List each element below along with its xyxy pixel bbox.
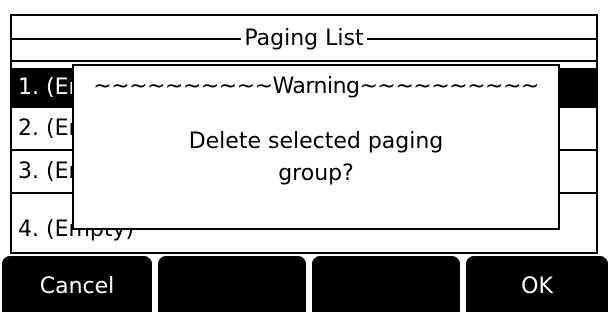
softkey-bar: Cancel OK bbox=[0, 254, 608, 312]
dialog-message-line: group? bbox=[278, 161, 354, 186]
dialog-message: Delete selected paging group? bbox=[104, 126, 528, 190]
cancel-softkey-label: Cancel bbox=[39, 274, 115, 299]
page-title-text: Paging List bbox=[241, 26, 367, 51]
ok-softkey-label: OK bbox=[521, 274, 553, 299]
page-title: Paging List bbox=[12, 24, 596, 54]
dialog-title: ~~~~~~~~~~Warning~~~~~~~~~~ bbox=[93, 74, 539, 99]
dialog-message-line: Delete selected paging bbox=[188, 129, 444, 154]
cancel-softkey[interactable]: Cancel bbox=[2, 256, 152, 312]
softkey-3[interactable] bbox=[312, 256, 460, 312]
list-divider bbox=[12, 60, 596, 62]
ok-softkey[interactable]: OK bbox=[466, 256, 608, 312]
phone-screen: Paging List 1. (Empty) 2. (Empty) 3. (Em… bbox=[0, 0, 608, 312]
warning-dialog: ~~~~~~~~~~Warning~~~~~~~~~~ Delete selec… bbox=[72, 64, 560, 230]
softkey-2[interactable] bbox=[158, 256, 306, 312]
